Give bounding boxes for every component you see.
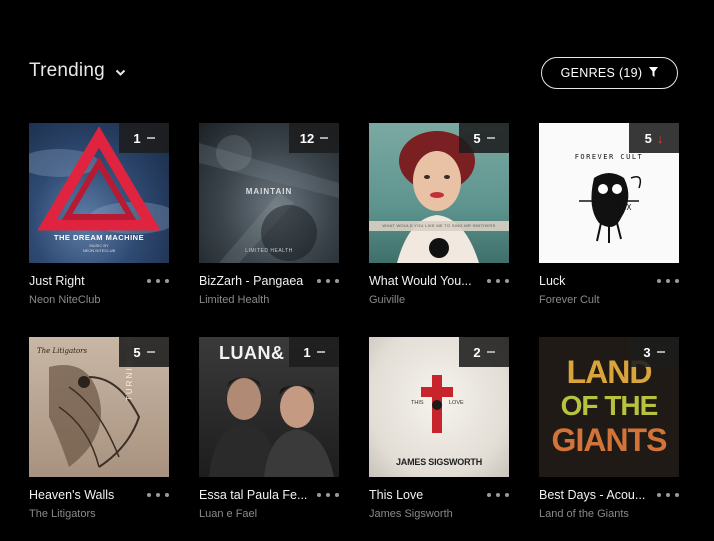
- album-cover[interactable]: LUAN& 1: [199, 337, 339, 477]
- rank-number: 1: [303, 344, 311, 360]
- rank-number: 3: [643, 344, 651, 360]
- song-title[interactable]: Best Days - Acou...: [539, 488, 655, 502]
- page-title: Trending: [29, 60, 105, 81]
- rank-badge: 1: [119, 123, 169, 153]
- trending-dropdown[interactable]: Trending: [29, 60, 126, 82]
- more-options-icon[interactable]: [487, 277, 509, 285]
- more-options-icon[interactable]: [317, 491, 339, 499]
- artist-name[interactable]: Forever Cult: [539, 294, 679, 306]
- song-title[interactable]: Luck: [539, 274, 655, 288]
- cover-text: OF THE: [560, 390, 659, 421]
- rank-badge: 2: [459, 337, 509, 367]
- artist-name[interactable]: Neon NiteClub: [29, 294, 169, 306]
- artist-name[interactable]: James Sigsworth: [369, 508, 509, 520]
- song-title[interactable]: BizZarh - Pangaea: [199, 274, 315, 288]
- album-cover[interactable]: THE DREAM MACHINE MUSIC BY NEON NITECLUB…: [29, 123, 169, 263]
- rank-number: 12: [299, 130, 315, 146]
- trending-header: Trending GENRES (19): [29, 57, 678, 90]
- cover-text: MAINTAIN: [245, 187, 293, 196]
- rank-number: 5: [133, 344, 141, 360]
- cover-text: LIMITED HEALTH: [245, 248, 293, 254]
- album-cover[interactable]: LAND OF THE GIANTS 3: [539, 337, 679, 477]
- more-options-icon[interactable]: [657, 491, 679, 499]
- cover-text: WHAT WOULD YOU LIKE ME TO SING MR SMITHE…: [382, 223, 496, 228]
- rank-badge: 12: [289, 123, 339, 153]
- cover-text: NEON NITECLUB: [82, 248, 116, 253]
- rank-number: 1: [133, 130, 141, 146]
- artist-name[interactable]: The Litigators: [29, 508, 169, 520]
- cover-text: JAMES SIGSWORTH: [395, 457, 482, 467]
- album-cover[interactable]: WHAT WOULD YOU LIKE ME TO SING MR SMITHE…: [369, 123, 509, 263]
- trend-same-icon: [486, 351, 495, 353]
- cover-text: FOREVER CULT: [574, 153, 644, 161]
- track-card[interactable]: FOREVER CULT FUXX 5 ↓ Luck Forever Cult: [539, 123, 679, 314]
- rank-badge: 3: [629, 337, 679, 367]
- rank-badge: 5: [459, 123, 509, 153]
- rank-number: 5: [473, 130, 481, 146]
- more-options-icon[interactable]: [317, 277, 339, 285]
- album-cover[interactable]: MAINTAIN LIMITED HEALTH 12: [199, 123, 339, 263]
- more-options-icon[interactable]: [657, 277, 679, 285]
- trend-same-icon: [320, 137, 329, 139]
- artist-name[interactable]: Guiville: [369, 294, 509, 306]
- song-title[interactable]: Just Right: [29, 274, 145, 288]
- genres-button-label: GENRES (19): [560, 66, 643, 80]
- rank-badge: 5 ↓: [629, 123, 679, 153]
- cover-text: LOVE: [449, 400, 464, 406]
- track-card[interactable]: LUAN& 1 Essa tal Paula Fe... Luan e Fael: [199, 337, 339, 528]
- trend-same-icon: [146, 351, 155, 353]
- song-title[interactable]: Essa tal Paula Fe...: [199, 488, 315, 502]
- genres-filter-button[interactable]: GENRES (19): [541, 57, 678, 89]
- trend-same-icon: [146, 137, 155, 139]
- more-options-icon[interactable]: [147, 491, 169, 499]
- more-options-icon[interactable]: [147, 277, 169, 285]
- filter-icon: [649, 66, 659, 80]
- rank-number: 5: [644, 130, 652, 146]
- cover-text: GIANTS: [551, 422, 668, 458]
- cover-text: THE DREAM MACHINE: [53, 233, 145, 242]
- trend-same-icon: [656, 351, 665, 353]
- song-title[interactable]: This Love: [369, 488, 485, 502]
- trend-same-icon: [316, 351, 325, 353]
- trend-down-icon: ↓: [656, 130, 664, 146]
- album-cover[interactable]: FOREVER CULT FUXX 5 ↓: [539, 123, 679, 263]
- track-card[interactable]: MAINTAIN LIMITED HEALTH 12 BizZarh - Pan…: [199, 123, 339, 314]
- chevron-down-icon: [115, 64, 126, 82]
- track-card[interactable]: THE DREAM MACHINE MUSIC BY NEON NITECLUB…: [29, 123, 169, 314]
- song-title[interactable]: Heaven's Walls: [29, 488, 145, 502]
- artist-name[interactable]: Limited Health: [199, 294, 339, 306]
- track-card[interactable]: WHAT WOULD YOU LIKE ME TO SING MR SMITHE…: [369, 123, 509, 314]
- cover-text: FUXX: [609, 203, 633, 212]
- more-options-icon[interactable]: [487, 491, 509, 499]
- song-title[interactable]: What Would You...: [369, 274, 485, 288]
- rank-badge: 1: [289, 337, 339, 367]
- artist-name[interactable]: Land of the Giants: [539, 508, 679, 520]
- artist-name[interactable]: Luan e Fael: [199, 508, 339, 520]
- rank-number: 2: [473, 344, 481, 360]
- album-cover[interactable]: The Litigators TURNING HE 5: [29, 337, 169, 477]
- track-card[interactable]: LAND OF THE GIANTS 3 Best Days - Acou...…: [539, 337, 679, 528]
- trend-same-icon: [486, 137, 495, 139]
- album-cover[interactable]: THIS LOVE JAMES SIGSWORTH 2: [369, 337, 509, 477]
- track-card[interactable]: THIS LOVE JAMES SIGSWORTH 2 This Love Ja…: [369, 337, 509, 528]
- track-card[interactable]: The Litigators TURNING HE 5 Heaven's Wal…: [29, 337, 169, 528]
- rank-badge: 5: [119, 337, 169, 367]
